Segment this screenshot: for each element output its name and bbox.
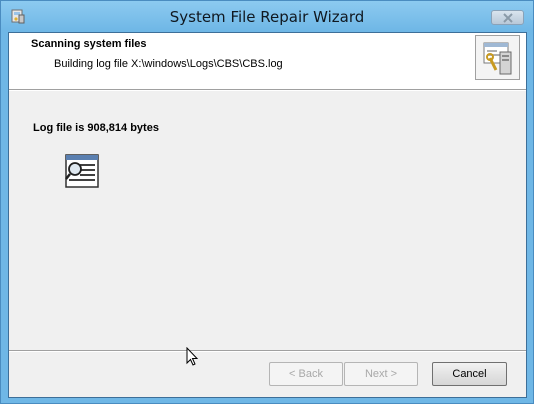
header-divider (9, 89, 526, 91)
title-bar[interactable]: System File Repair Wizard (1, 1, 533, 32)
wizard-client-area: Scanning system files Building log file … (8, 32, 527, 398)
back-button[interactable]: < Back (269, 362, 343, 386)
wizard-header: Scanning system files Building log file … (9, 33, 526, 89)
log-size-label: Log file is 908,814 bytes (33, 122, 159, 134)
step-title: Scanning system files (31, 38, 147, 50)
wizard-window: System File Repair Wizard Scanning syste… (0, 0, 534, 404)
computer-tools-icon (475, 35, 520, 80)
close-button[interactable] (491, 10, 524, 25)
footer-divider (9, 350, 526, 352)
cancel-button[interactable]: Cancel (432, 362, 507, 386)
close-icon (503, 13, 513, 23)
window-title: System File Repair Wizard (169, 8, 365, 26)
step-subtitle: Building log file X:\windows\Logs\CBS\CB… (54, 58, 283, 70)
next-button[interactable]: Next > (344, 362, 418, 386)
log-search-icon (65, 154, 99, 188)
mouse-pointer-icon (186, 346, 200, 372)
